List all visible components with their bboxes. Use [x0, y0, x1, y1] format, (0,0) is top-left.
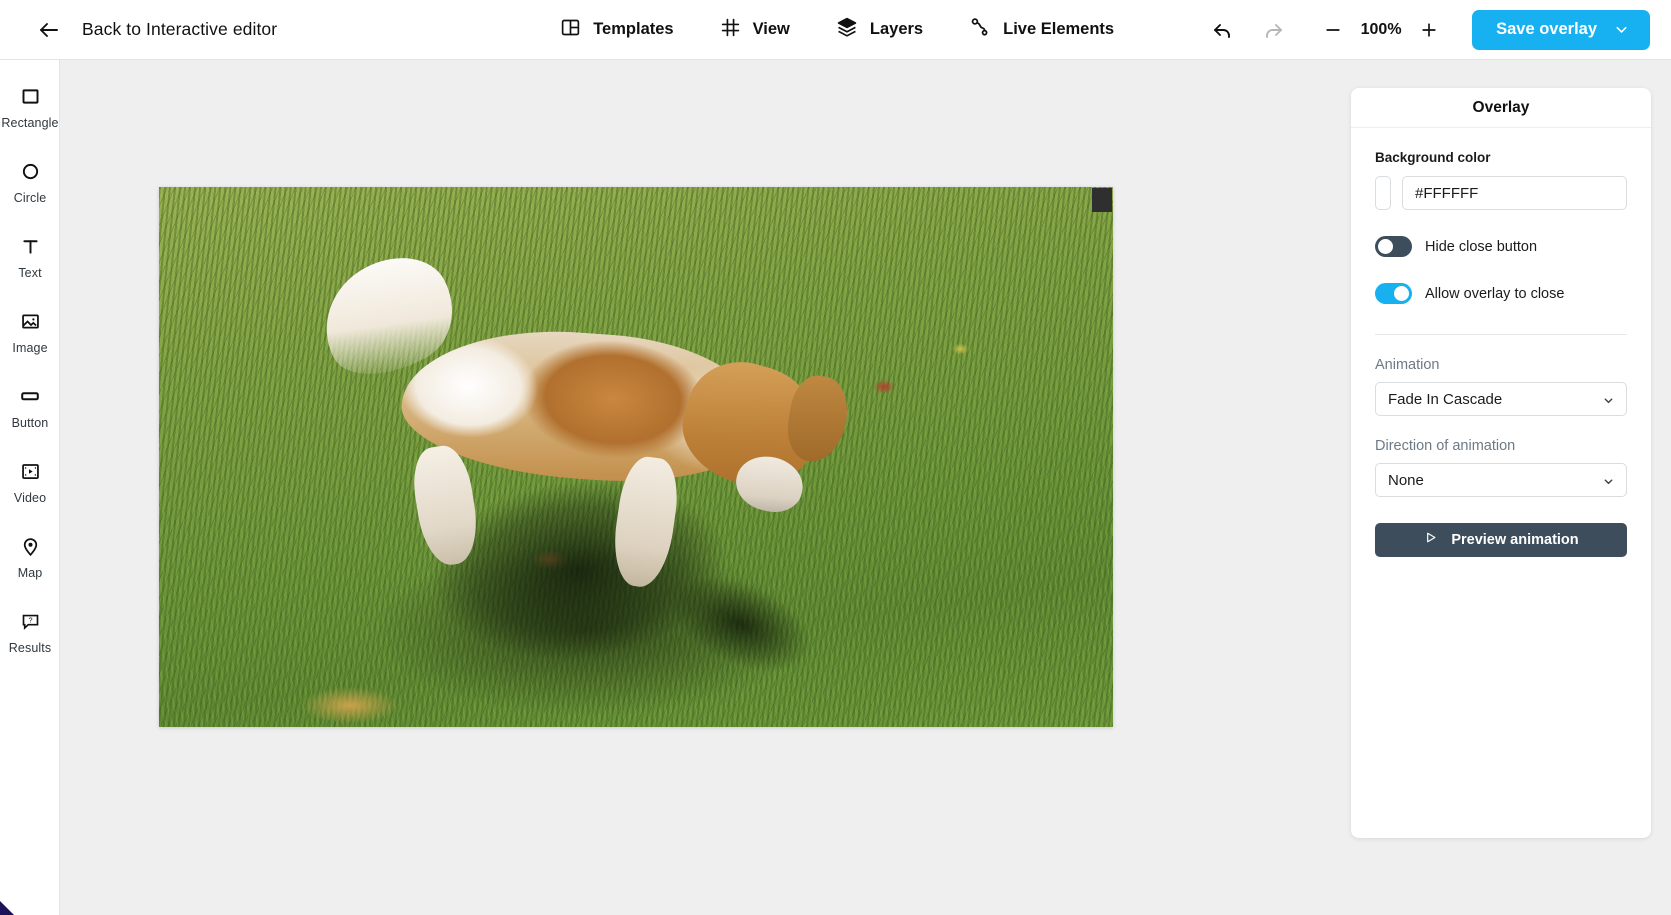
text-icon: [20, 232, 41, 260]
sidebar-label-video: Video: [13, 491, 47, 505]
nav-item-layers[interactable]: Layers: [836, 16, 923, 43]
allow-overlay-close-row: Allow overlay to close: [1375, 283, 1627, 304]
undo-button[interactable]: [1206, 14, 1238, 46]
hide-close-button-row: Hide close button: [1375, 236, 1627, 257]
nav-label-layers: Layers: [869, 20, 924, 38]
panel-divider: [1375, 334, 1627, 335]
direction-select-value: None: [1388, 471, 1424, 489]
hide-close-button-label: Hide close button: [1425, 238, 1538, 255]
hide-close-button-toggle[interactable]: [1375, 236, 1412, 257]
preview-animation-button[interactable]: Preview animation: [1375, 523, 1627, 557]
background-color-input[interactable]: [1402, 176, 1627, 210]
button-icon: [19, 382, 41, 410]
sidebar-label-results: Results: [8, 641, 52, 655]
rectangle-icon: [20, 82, 41, 110]
live-elements-icon: [969, 16, 991, 43]
tool-rail: Rectangle Circle Text Image Button Video…: [0, 60, 60, 915]
back-arrow-icon[interactable]: [36, 17, 62, 43]
chevron-down-icon[interactable]: [1611, 21, 1650, 38]
nav-item-templates[interactable]: Templates: [560, 17, 674, 43]
sidebar-item-button[interactable]: Button: [0, 382, 60, 457]
color-swatch-button[interactable]: [1375, 176, 1391, 210]
overlay-settings-panel: Overlay Background color Hide close butt…: [1351, 88, 1651, 838]
panel-body: Background color Hide close button Allow…: [1351, 128, 1651, 557]
background-color-label: Background color: [1375, 150, 1491, 165]
save-overlay-button[interactable]: Save overlay: [1472, 9, 1651, 50]
save-overlay-label: Save overlay: [1496, 20, 1598, 38]
app-root: Back to Interactive editor Templates Vie…: [0, 0, 1671, 915]
redo-button[interactable]: [1258, 14, 1290, 46]
top-toolbar: Back to Interactive editor Templates Vie…: [0, 0, 1671, 60]
zoom-controls: 100%: [1206, 13, 1446, 47]
overlay-close-button[interactable]: [1092, 188, 1112, 212]
canvas-area[interactable]: [60, 60, 1251, 915]
direction-of-animation-label: Direction of animation: [1375, 438, 1516, 454]
layers-icon: [836, 16, 858, 43]
video-icon: [20, 457, 41, 485]
nav-label-templates: Templates: [593, 20, 674, 38]
nav-label-live-elements: Live Elements: [1003, 20, 1115, 38]
circle-icon: [20, 157, 41, 185]
sidebar-item-map[interactable]: Map: [0, 532, 60, 607]
zoom-level-label: 100%: [1360, 20, 1402, 38]
animation-select-value: Fade In Cascade: [1388, 390, 1503, 408]
sidebar-label-circle: Circle: [13, 191, 47, 205]
toggle-knob: [1378, 239, 1393, 254]
rail-corner-accent: [0, 901, 14, 915]
sidebar-item-video[interactable]: Video: [0, 457, 60, 532]
nav-item-live-elements[interactable]: Live Elements: [969, 16, 1114, 43]
dog-on-grass-video[interactable]: [159, 187, 1113, 727]
sidebar-label-image: Image: [12, 341, 48, 355]
svg-text:?: ?: [28, 615, 32, 624]
allow-overlay-close-toggle[interactable]: [1375, 283, 1412, 304]
sidebar-label-map: Map: [17, 566, 43, 580]
sidebar-item-rectangle[interactable]: Rectangle: [0, 82, 60, 157]
zoom-in-button[interactable]: [1412, 13, 1446, 47]
panel-header: Overlay: [1351, 88, 1651, 128]
back-to-editor-label[interactable]: Back to Interactive editor: [82, 19, 277, 40]
toggle-knob: [1394, 286, 1409, 301]
animation-select[interactable]: Fade In Cascade: [1375, 382, 1627, 416]
zoom-out-button[interactable]: [1316, 13, 1350, 47]
chevron-down-icon: [1602, 475, 1615, 493]
sidebar-label-rectangle: Rectangle: [1, 116, 59, 130]
preview-animation-label: Preview animation: [1451, 532, 1579, 548]
nav-label-view: View: [752, 20, 790, 38]
grid-view-icon: [720, 17, 741, 43]
allow-overlay-close-label: Allow overlay to close: [1425, 285, 1565, 302]
sidebar-item-text[interactable]: Text: [0, 232, 60, 307]
sidebar-label-text: Text: [18, 266, 42, 280]
background-color-row: [1375, 176, 1627, 210]
panel-title: Overlay: [1472, 98, 1530, 116]
overlay-artboard[interactable]: [159, 187, 1113, 727]
sidebar-item-image[interactable]: Image: [0, 307, 60, 382]
top-nav-group: Templates View Layers Live Elements: [560, 16, 1160, 43]
results-bubble-icon: ?: [20, 607, 41, 635]
sidebar-item-results[interactable]: ? Results: [0, 607, 60, 682]
templates-icon: [560, 17, 581, 43]
nav-item-view[interactable]: View: [720, 17, 790, 43]
map-pin-icon: [20, 532, 41, 560]
play-triangle-icon: [1423, 530, 1438, 550]
sidebar-label-button: Button: [11, 416, 49, 430]
image-icon: [20, 307, 41, 335]
sidebar-item-circle[interactable]: Circle: [0, 157, 60, 232]
direction-of-animation-select[interactable]: None: [1375, 463, 1627, 497]
chevron-down-icon: [1602, 394, 1615, 412]
animation-label: Animation: [1375, 357, 1440, 373]
